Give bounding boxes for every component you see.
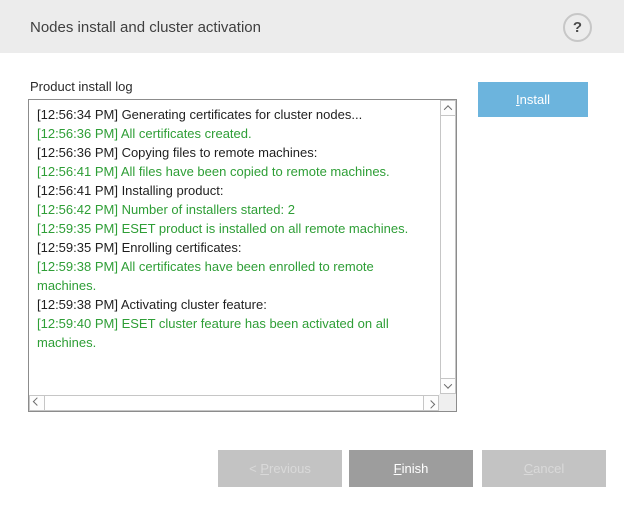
log-timestamp: [12:56:41 PM] [37, 164, 121, 179]
log-line: [12:56:42 PM] Number of installers start… [37, 200, 431, 219]
cancel-mnemonic: C [524, 461, 533, 476]
previous-button[interactable]: < Previous [218, 450, 342, 487]
log-message: Copying files to remote machines: [122, 145, 318, 160]
chevron-up-icon [444, 105, 452, 113]
log-timestamp: [12:59:38 PM] [37, 297, 121, 312]
log-message: All certificates created. [121, 126, 252, 141]
log-timestamp: [12:59:35 PM] [37, 221, 122, 236]
scrollbar-corner [439, 394, 456, 411]
scroll-up-button[interactable] [440, 100, 456, 116]
log-line: [12:56:34 PM] Generating certificates fo… [37, 105, 431, 124]
scroll-down-button[interactable] [440, 378, 456, 394]
chevron-right-icon [427, 400, 435, 408]
previous-arrow: < [249, 461, 260, 476]
log-message: Installing product: [122, 183, 224, 198]
horizontal-scroll-thumb[interactable] [45, 395, 423, 411]
chevron-down-icon [444, 380, 452, 388]
log-line: [12:59:35 PM] ESET product is installed … [37, 219, 431, 238]
install-button[interactable]: Install [478, 82, 588, 117]
log-label: Product install log [30, 79, 133, 94]
vertical-scroll-thumb[interactable] [440, 116, 456, 378]
previous-mnemonic: P [260, 461, 269, 476]
previous-label: revious [269, 461, 311, 476]
log-timestamp: [12:56:34 PM] [37, 107, 122, 122]
log-message: Enrolling certificates: [122, 240, 242, 255]
log-timestamp: [12:56:36 PM] [37, 145, 122, 160]
log-message: Number of installers started: 2 [122, 202, 295, 217]
wizard-window: Nodes install and cluster activation ? P… [0, 0, 624, 511]
scroll-right-button[interactable] [423, 395, 439, 411]
help-button[interactable]: ? [563, 13, 592, 42]
log-line: [12:59:35 PM] Enrolling certificates: [37, 238, 431, 257]
wizard-header: Nodes install and cluster activation ? [0, 0, 624, 53]
log-line: [12:56:41 PM] Installing product: [37, 181, 431, 200]
log-message: ESET product is installed on all remote … [122, 221, 409, 236]
question-icon: ? [573, 20, 582, 35]
log-timestamp: [12:59:40 PM] [37, 316, 122, 331]
finish-mnemonic: F [394, 461, 402, 476]
log-timestamp: [12:59:35 PM] [37, 240, 122, 255]
vertical-scrollbar[interactable] [439, 100, 456, 394]
page-title: Nodes install and cluster activation [30, 0, 261, 53]
chevron-left-icon [33, 397, 41, 405]
log-line: [12:56:36 PM] All certificates created. [37, 124, 431, 143]
log-timestamp: [12:56:36 PM] [37, 126, 121, 141]
finish-button[interactable]: Finish [349, 450, 473, 487]
log-line: [12:59:38 PM] All certificates have been… [37, 257, 431, 295]
install-button-label: nstall [520, 92, 550, 107]
log-line: [12:59:38 PM] Activating cluster feature… [37, 295, 431, 314]
log-line: [12:56:41 PM] All files have been copied… [37, 162, 431, 181]
log-lines: [12:56:34 PM] Generating certificates fo… [29, 100, 439, 394]
log-message: Generating certificates for cluster node… [122, 107, 363, 122]
log-timestamp: [12:56:41 PM] [37, 183, 122, 198]
log-timestamp: [12:59:38 PM] [37, 259, 121, 274]
horizontal-scrollbar[interactable] [29, 394, 439, 411]
log-message: All files have been copied to remote mac… [121, 164, 390, 179]
log-timestamp: [12:56:42 PM] [37, 202, 122, 217]
log-message: Activating cluster feature: [121, 297, 267, 312]
cancel-button[interactable]: Cancel [482, 450, 606, 487]
product-install-log[interactable]: [12:56:34 PM] Generating certificates fo… [28, 99, 457, 412]
log-line: [12:59:40 PM] ESET cluster feature has b… [37, 314, 431, 352]
scroll-left-button[interactable] [29, 395, 45, 411]
finish-label: inish [402, 461, 429, 476]
log-line: [12:56:36 PM] Copying files to remote ma… [37, 143, 431, 162]
cancel-label: ancel [533, 461, 564, 476]
